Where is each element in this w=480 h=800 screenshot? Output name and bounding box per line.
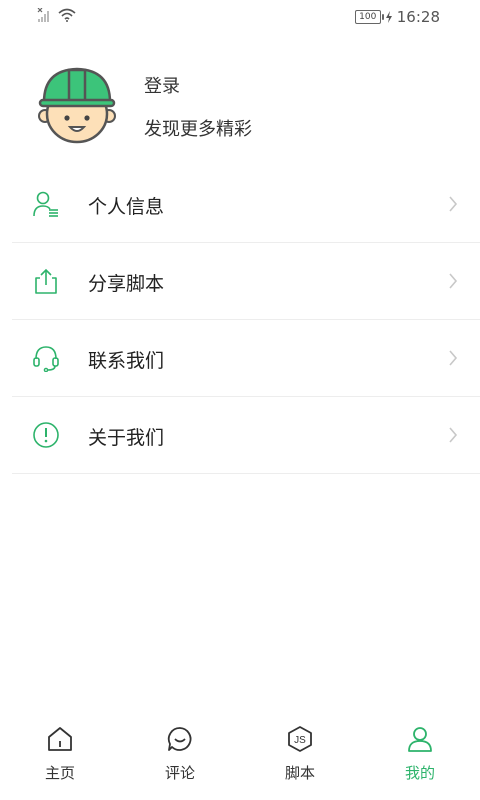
signal-icon [37, 8, 49, 22]
status-bar-right: 100 16:28 [354, 8, 440, 26]
chevron-right-icon [449, 427, 458, 443]
tab-label: 评论 [164, 764, 195, 782]
worker-avatar-icon[interactable] [36, 64, 118, 146]
share-icon [35, 268, 57, 294]
status-bar-left [36, 8, 76, 22]
login-link[interactable]: 登录 [144, 72, 180, 98]
tab-mine[interactable]: 我的 [360, 720, 480, 800]
menu-item-share-script[interactable]: 分享脚本 [12, 243, 480, 320]
home-icon [48, 727, 72, 751]
js-script-icon: JS [288, 726, 312, 752]
menu-item-contact-us[interactable]: 联系我们 [12, 320, 480, 397]
menu-item-label: 个人信息 [88, 196, 165, 218]
info-icon [33, 422, 59, 448]
tab-label: 脚本 [284, 764, 315, 782]
profile-header[interactable]: 登录 发现更多精彩 [36, 64, 456, 154]
profile-subtitle: 发现更多精彩 [144, 119, 252, 140]
comment-icon [167, 727, 192, 751]
tab-comments[interactable]: 评论 [120, 720, 240, 800]
wifi-icon [58, 8, 76, 22]
status-bar: 100 16:28 [0, 0, 480, 36]
menu-item-label: 分享脚本 [88, 273, 165, 295]
tab-label: 我的 [404, 764, 435, 782]
menu-item-personal-info[interactable]: 个人信息 [12, 166, 480, 243]
chevron-right-icon [449, 273, 458, 289]
chevron-right-icon [449, 196, 458, 212]
menu-item-about-us[interactable]: 关于我们 [12, 397, 480, 474]
menu-item-label: 关于我们 [88, 427, 165, 449]
person-info-icon [33, 191, 58, 217]
chevron-right-icon [449, 350, 458, 366]
headset-icon [33, 346, 59, 372]
bottom-tab-bar: 主页 评论 JS 脚本 我的 [0, 720, 480, 800]
status-time: 16:28 [396, 8, 440, 26]
menu-item-label: 联系我们 [88, 350, 165, 372]
tab-label: 主页 [44, 764, 75, 782]
tab-home[interactable]: 主页 [0, 720, 120, 800]
battery-icon: 100 [354, 10, 384, 24]
charging-icon [385, 11, 392, 23]
profile-icon [408, 727, 432, 752]
tab-scripts[interactable]: JS 脚本 [240, 720, 360, 800]
svg-text:JS: JS [294, 735, 306, 746]
settings-menu: 个人信息 分享脚本 联系我们 关于我们 [12, 166, 480, 474]
